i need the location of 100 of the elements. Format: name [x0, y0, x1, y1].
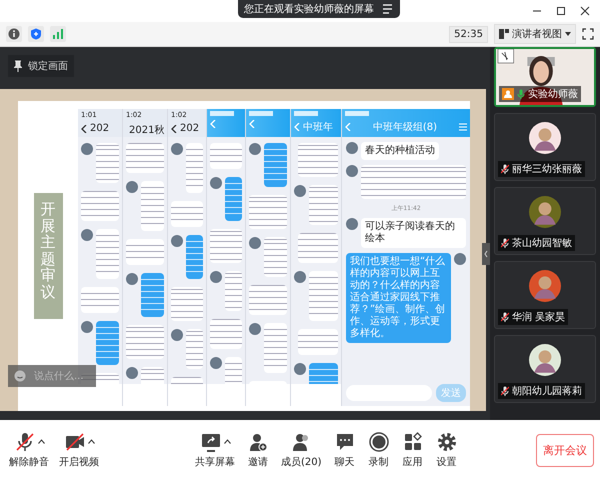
chevron-up-icon[interactable] [38, 439, 44, 444]
menu-icon [459, 123, 467, 131]
avatar [81, 321, 93, 333]
pin-icon [14, 60, 22, 72]
avatar [249, 237, 261, 249]
message-bubble [171, 201, 203, 227]
participant-tile[interactable]: 茶山幼园智敏 [494, 187, 596, 255]
input-bar [246, 384, 290, 406]
message-bubble [249, 285, 287, 315]
message-bubble [249, 195, 287, 229]
message-bubble [186, 235, 203, 279]
message-bubble [264, 143, 287, 187]
message-bubble [126, 239, 164, 265]
avatar [210, 177, 222, 189]
avatar [210, 357, 222, 369]
share-button[interactable]: 共享屏幕 [192, 432, 238, 468]
host-badge [502, 88, 514, 100]
back-icon [81, 124, 87, 132]
avatar [126, 367, 138, 379]
message-bubble [81, 287, 119, 313]
maximize-icon[interactable] [556, 6, 566, 16]
message-bubble [126, 325, 164, 359]
chat-title: 2021秋 [129, 124, 164, 137]
lock-view-button[interactable]: 锁定画面 [8, 55, 74, 77]
message-bubble [126, 143, 164, 173]
avatar [171, 329, 183, 341]
back-icon [249, 120, 255, 128]
status-icons [345, 111, 369, 116]
status-icons [249, 111, 273, 116]
avatar [81, 143, 93, 155]
chat-title: 中班年 [303, 120, 333, 134]
message-bubble [298, 143, 338, 177]
participant-tile[interactable]: 丽华三幼张丽薇 [494, 113, 596, 181]
meeting-timer: 52:35 [449, 26, 488, 42]
chat-title: 202 [180, 123, 200, 134]
message-bubble [210, 143, 242, 169]
input-bar [207, 384, 245, 406]
status-icons [294, 111, 318, 116]
message-bubble [264, 323, 287, 373]
chevron-up-icon[interactable] [88, 439, 94, 444]
add-person-icon [247, 432, 269, 452]
message-bubble [309, 271, 338, 321]
record-button[interactable]: 录制 [364, 432, 393, 468]
crossed-microphone-icon [14, 432, 36, 452]
crossed-camera-icon [64, 432, 86, 452]
avatar [294, 185, 306, 197]
input-bar [291, 384, 341, 406]
caret-icon [565, 32, 571, 36]
avatar [249, 143, 261, 155]
back-icon [210, 120, 216, 128]
message-bubble [225, 271, 242, 311]
message-bubble [171, 287, 203, 321]
invite-button[interactable]: 邀请 [244, 432, 272, 468]
fullscreen-icon[interactable] [582, 28, 594, 40]
view-mode-dropdown[interactable]: 演讲者视图 [494, 24, 576, 44]
emoji-icon[interactable] [14, 370, 26, 382]
avatar [294, 363, 306, 375]
participant-tile[interactable]: 华润 吴家昊 [494, 261, 596, 329]
chevron-up-icon[interactable] [224, 439, 230, 444]
apps-button[interactable]: 应用 [398, 432, 427, 468]
security-button[interactable] [28, 26, 44, 42]
message-bubble [298, 233, 338, 263]
back-icon [294, 123, 300, 131]
avatar [126, 273, 138, 285]
avatar [210, 271, 222, 283]
info-button[interactable] [6, 26, 22, 42]
back-icon [345, 123, 351, 131]
banner-text: 您正在观看实验幼师薇的屏幕 [244, 2, 374, 16]
camera-button[interactable]: 开启视频 [56, 432, 102, 468]
chat-button[interactable]: 聊天 [330, 432, 359, 468]
members-button[interactable]: 成员(20) [278, 432, 325, 468]
message-bubble: 春天的种植活动 [361, 142, 439, 160]
message-bubble [225, 177, 242, 221]
message-bubble: 可以亲子阅读春天的绘本 [361, 218, 466, 248]
mic-button[interactable]: 解除静音 [6, 432, 52, 468]
close-icon[interactable] [580, 6, 590, 16]
slide-title: 开展主题审议 [34, 193, 62, 319]
avatar [346, 142, 358, 154]
name-tag: 朝阳幼儿园蒋莉 [498, 383, 585, 399]
settings-button[interactable]: 设置 [432, 432, 461, 468]
participant-tile[interactable]: 实验幼师薇 [494, 47, 596, 107]
leave-meeting-button[interactable]: 离开会议 [536, 434, 594, 466]
avatar [346, 218, 358, 230]
screen-share-icon [200, 432, 222, 452]
avatar [81, 229, 93, 241]
avatar [454, 253, 466, 265]
avatar [294, 271, 306, 283]
message-bubble [141, 181, 164, 231]
list-icon[interactable] [382, 4, 394, 14]
collapse-handle[interactable] [482, 243, 490, 265]
name-tag: 茶山幼园智敏 [498, 235, 575, 251]
message-bubble [96, 321, 119, 365]
avatar [249, 323, 261, 335]
message-bubble [210, 229, 242, 263]
participant-tile[interactable]: 朝阳幼儿园蒋莉 [494, 335, 596, 403]
name-tag: 华润 吴家昊 [498, 309, 568, 325]
settings-icon [436, 432, 458, 452]
message-bubble [309, 185, 338, 225]
name-tag: 丽华三幼张丽薇 [498, 161, 585, 177]
message-bubble [96, 229, 119, 279]
